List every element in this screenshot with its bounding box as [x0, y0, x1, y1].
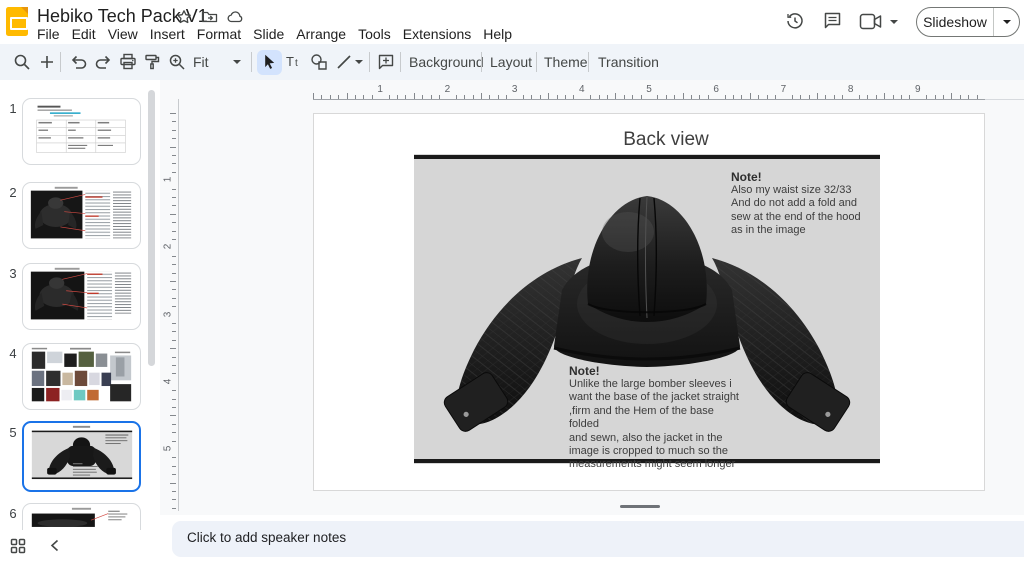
slide-number-3: 3 [6, 266, 20, 281]
slideshow-dropdown[interactable] [994, 20, 1019, 24]
slide-thumbnail-4[interactable] [22, 343, 141, 410]
slide-thumbnail-6[interactable] [22, 503, 141, 530]
note-heading: Note! [569, 364, 745, 378]
menu-extensions[interactable]: Extensions [397, 24, 477, 44]
move-folder-icon[interactable] [201, 9, 218, 25]
slide-number-4: 4 [6, 346, 20, 361]
background-button[interactable]: Background [409, 44, 484, 80]
note-body: Also my waist size 32/33 And do not add … [731, 184, 883, 238]
notes-resize-handle[interactable] [620, 505, 660, 508]
slide-thumbnail-5-selected[interactable] [22, 421, 141, 492]
svg-text:T: T [286, 54, 294, 69]
vertical-ruler-line [178, 99, 179, 511]
slide-filmstrip: 1 2 [0, 80, 160, 530]
menu-file[interactable]: File [31, 24, 66, 44]
menu-slide[interactable]: Slide [247, 24, 290, 44]
menu-arrange[interactable]: Arrange [290, 24, 352, 44]
slide-note-bottom[interactable]: Note! Unlike the large bomber sleeves i … [569, 364, 745, 472]
shape-tool-icon[interactable] [310, 53, 328, 71]
slide-thumbnail-1[interactable] [22, 98, 141, 165]
layout-button[interactable]: Layout [490, 44, 532, 80]
menu-format[interactable]: Format [191, 24, 247, 44]
paint-format-icon[interactable] [143, 53, 161, 71]
menu-tools[interactable]: Tools [352, 24, 397, 44]
menu-insert[interactable]: Insert [144, 24, 191, 44]
zoom-in-icon[interactable] [168, 53, 186, 71]
slide-number-5: 5 [6, 425, 20, 440]
comments-icon[interactable] [823, 11, 842, 30]
collapse-filmstrip-icon[interactable] [48, 538, 62, 553]
horizontal-ruler-line [313, 99, 985, 100]
slides-logo-icon[interactable] [6, 7, 28, 36]
text-box-tool-icon[interactable]: Tt [285, 52, 303, 70]
meet-camera-icon[interactable] [859, 13, 883, 30]
horizontal-ruler: 123456789 [313, 84, 989, 99]
menu-view[interactable]: View [102, 24, 144, 44]
menu-help[interactable]: Help [477, 24, 518, 44]
version-history-icon[interactable] [785, 11, 805, 31]
insert-comment-icon[interactable] [377, 53, 395, 71]
new-slide-plus-icon[interactable] [38, 53, 56, 71]
filmstrip-scrollbar[interactable] [148, 90, 155, 366]
theme-button[interactable]: Theme [544, 44, 588, 80]
menu-edit[interactable]: Edit [66, 24, 102, 44]
star-icon[interactable] [176, 9, 192, 25]
select-cursor-tool-icon[interactable] [261, 53, 279, 71]
slide-thumbnail-2[interactable] [22, 182, 141, 249]
speaker-notes-box[interactable]: Click to add speaker notes [172, 521, 1024, 557]
slideshow-label: Slideshow [917, 14, 993, 30]
search-menus-icon[interactable] [13, 53, 31, 71]
vertical-ruler: 12345 [161, 113, 177, 511]
slide-note-top[interactable]: Note! Also my waist size 32/33 And do no… [731, 170, 883, 238]
redo-icon[interactable] [94, 53, 112, 71]
slide-title[interactable]: Back view [566, 129, 766, 151]
bottom-left-controls [0, 530, 160, 563]
menu-bar: File Edit View Insert Format Slide Arran… [31, 24, 518, 44]
line-tool-caret[interactable] [355, 60, 363, 64]
grid-view-icon[interactable] [10, 538, 26, 554]
google-slides-window: Hebiko Tech Pack V1 File Edit View Inser… [0, 0, 1024, 563]
cloud-status-icon[interactable] [227, 9, 245, 25]
print-icon[interactable] [119, 53, 137, 71]
camera-dropdown-caret[interactable] [890, 20, 898, 24]
header-bar: Hebiko Tech Pack V1 File Edit View Inser… [0, 0, 1024, 44]
undo-icon[interactable] [70, 53, 88, 71]
line-tool-icon[interactable] [335, 53, 353, 71]
svg-text:t: t [295, 58, 298, 69]
note-body: Unlike the large bomber sleeves i want t… [569, 378, 745, 472]
slide-number-2: 2 [6, 185, 20, 200]
zoom-select[interactable]: Fit [193, 44, 209, 80]
zoom-caret[interactable] [233, 60, 241, 64]
slide-page[interactable]: Back view [313, 113, 985, 491]
speaker-notes-placeholder[interactable]: Click to add speaker notes [187, 530, 346, 545]
slide-number-6: 6 [6, 506, 20, 521]
slide-thumbnail-3[interactable] [22, 263, 141, 330]
note-heading: Note! [731, 170, 883, 184]
slide-number-1: 1 [6, 101, 20, 116]
transition-button[interactable]: Transition [598, 44, 659, 80]
slideshow-button[interactable]: Slideshow [916, 7, 1020, 37]
